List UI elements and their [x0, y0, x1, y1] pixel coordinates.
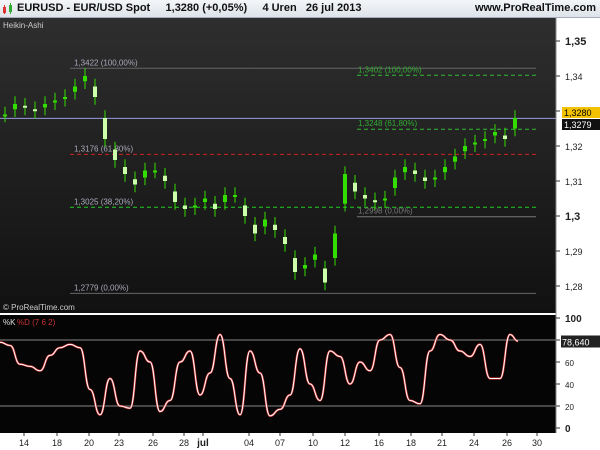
candle-body	[463, 146, 467, 152]
candle-body	[243, 205, 247, 216]
oscillator-panel	[0, 315, 556, 433]
candle-body	[73, 86, 77, 92]
osc-y-tick-label: 40	[565, 381, 574, 390]
candle-body	[53, 100, 57, 103]
fib-label: 1,3025 (38,20%)	[74, 197, 133, 206]
candle-body	[323, 268, 327, 283]
fib-label: 1,2779 (0,00%)	[74, 283, 129, 292]
candle-body	[273, 224, 277, 230]
candle-body	[133, 179, 137, 185]
candle-body	[293, 258, 297, 272]
candle-body	[13, 104, 17, 110]
x-tick-label: 14	[19, 438, 29, 448]
candle-body	[3, 114, 7, 117]
fib-label: 1,3248 (61,80%)	[358, 119, 417, 128]
candle-body	[173, 191, 177, 202]
candle-body	[163, 175, 167, 181]
candle-body	[153, 170, 157, 173]
x-tick-label: 20	[84, 438, 94, 448]
fib-label: 1,3402 (100,00%)	[358, 65, 422, 74]
chart-area[interactable]: 1,3422 (100,00%) 1,3176 (61,80%) 1,3025 (3…	[0, 0, 600, 450]
x-tick-label: 07	[275, 438, 285, 448]
candle-body	[23, 105, 27, 108]
candle-body	[263, 219, 267, 227]
candle-body	[253, 224, 257, 234]
candle-body	[143, 170, 147, 178]
candle-body	[113, 149, 117, 160]
candle-body	[363, 195, 367, 199]
x-tick-label: 16	[374, 438, 384, 448]
candle-body	[483, 139, 487, 141]
watermark: © ProRealTime.com	[3, 303, 75, 312]
candle-body	[63, 97, 67, 99]
candle-body	[303, 265, 307, 269]
candle-body	[103, 118, 107, 139]
candle-body	[193, 205, 197, 208]
candle-body	[503, 135, 507, 139]
osc-y-tick-label: 0	[565, 424, 571, 435]
candle-body	[223, 195, 227, 202]
y-tick-label: 1,34	[565, 72, 583, 82]
y-tick-label: 1,29	[565, 247, 583, 257]
osc-y-tick-label: 20	[565, 403, 574, 412]
candle-body	[343, 174, 347, 204]
osc-last-text: 78,640	[562, 337, 590, 347]
fib-label: 1,3422 (100,00%)	[74, 58, 138, 67]
candle-body	[423, 177, 427, 181]
osc-y-tick-label: 100	[565, 314, 582, 325]
candle-body	[43, 104, 47, 108]
candle-body	[513, 118, 517, 129]
osc-label-k: %K	[3, 318, 16, 327]
x-tick-label: 26	[148, 438, 158, 448]
candle-body	[203, 198, 207, 202]
current-level-text: 1,3279	[564, 120, 592, 130]
y-tick-label: 1,31	[565, 177, 583, 187]
x-tick-label: 18	[406, 438, 416, 448]
candle-body	[183, 205, 187, 209]
y-tick-label: 1,32	[565, 142, 583, 152]
x-tick-label: 24	[469, 438, 479, 448]
y-tick-label: 1,35	[565, 36, 586, 48]
candle-body	[83, 76, 87, 82]
candle-body	[393, 177, 397, 188]
indicator-label: Heikin-Ashi	[3, 21, 44, 30]
x-tick-label: 23	[114, 438, 124, 448]
x-tick-label: 30	[532, 438, 542, 448]
candle-body	[413, 170, 417, 174]
fib-label: 1,3176 (61,80%)	[74, 144, 133, 153]
candle-body	[283, 237, 287, 244]
x-tick-label: 04	[244, 438, 254, 448]
x-tick-label: 12	[340, 438, 350, 448]
fib-label: 1,2998 (0,00%)	[358, 207, 413, 216]
candle-body	[433, 177, 437, 180]
x-tick-label: 26	[502, 438, 512, 448]
candle-body	[473, 142, 477, 145]
candle-body	[373, 200, 377, 203]
x-tick-label: 21	[437, 438, 447, 448]
y-tick-label: 1,28	[565, 282, 583, 292]
candle-body	[453, 156, 457, 162]
candle-body	[123, 167, 127, 174]
osc-label-d: %D (7 6 2)	[17, 318, 56, 327]
last-price-text: 1,3280	[564, 108, 592, 118]
candle-body	[313, 254, 317, 260]
candle-body	[333, 233, 337, 258]
osc-y-tick-label: 60	[565, 359, 574, 368]
x-tick-label: jul	[196, 438, 209, 449]
candle-body	[493, 132, 497, 136]
candle-body	[443, 167, 447, 173]
y-tick-label: 1,3	[565, 211, 580, 223]
x-tick-label: 10	[308, 438, 318, 448]
candle-body	[93, 86, 97, 97]
x-tick-label: 28	[179, 438, 189, 448]
candle-body	[213, 203, 217, 209]
candle-body	[353, 182, 357, 192]
candle-body	[233, 195, 237, 197]
candle-body	[403, 167, 407, 173]
candle-body	[383, 198, 387, 201]
x-tick-label: 18	[52, 438, 62, 448]
candle-body	[33, 109, 37, 112]
